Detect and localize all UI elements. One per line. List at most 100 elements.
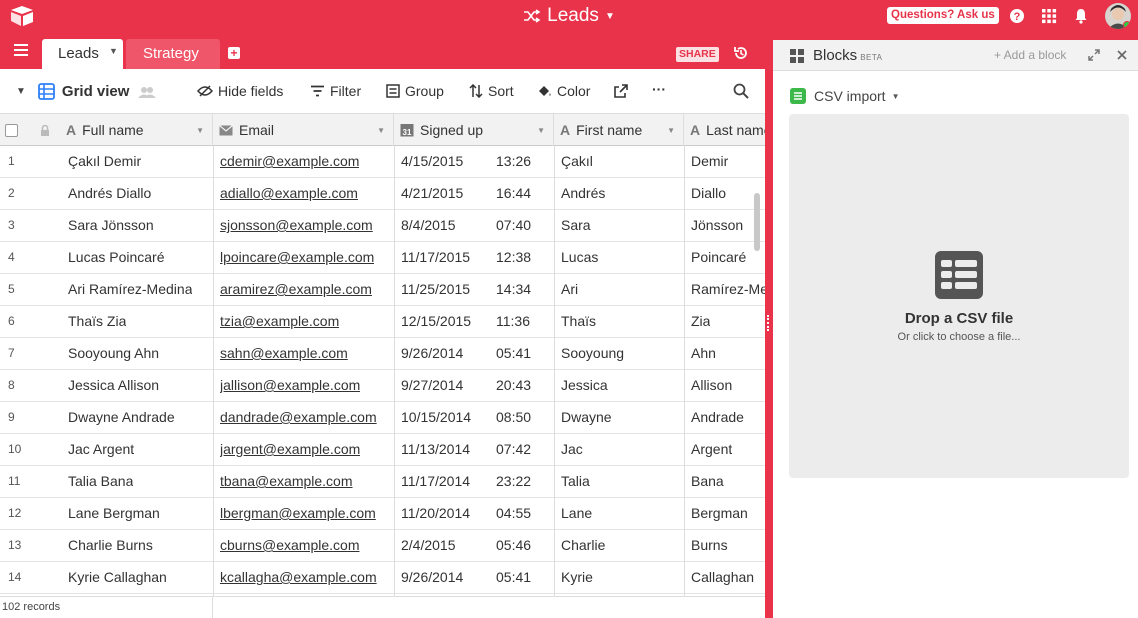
table-row[interactable]: 6 Thaïs Zia tzia@example.com 12/15/2015 11:3… xyxy=(0,306,765,338)
row-number: 5 xyxy=(8,282,15,296)
column-header-email[interactable]: Email ▼ xyxy=(213,114,394,146)
history-icon[interactable] xyxy=(733,45,749,61)
chevron-down-icon[interactable]: ▼ xyxy=(109,46,118,56)
help-icon[interactable]: ? xyxy=(1008,7,1026,25)
block-selector[interactable]: CSV import ▼ xyxy=(790,88,900,104)
table-row[interactable]: 11 Talia Bana tbana@example.com 11/17/2014 2… xyxy=(0,466,765,498)
view-switcher[interactable]: ▼ Grid view xyxy=(16,83,157,100)
share-view-icon[interactable] xyxy=(614,84,628,98)
email-cell[interactable]: lbergman@example.com xyxy=(220,498,376,529)
add-block-button[interactable]: + Add a block xyxy=(994,48,1066,62)
lock-icon xyxy=(34,114,60,146)
row-number: 10 xyxy=(8,442,22,456)
column-header-label: Full name xyxy=(82,122,144,138)
top-bar: Leads ▼ Questions? Ask us ? xyxy=(0,0,1138,32)
email-cell[interactable]: sahn@example.com xyxy=(220,338,348,369)
hamburger-menu-icon[interactable] xyxy=(14,44,28,56)
drop-subtitle[interactable]: Or click to choose a file... xyxy=(789,331,1129,343)
drag-grip-icon[interactable] xyxy=(767,315,770,331)
table-row[interactable]: 9 Dwayne Andrade dandrade@example.com 10/15… xyxy=(0,402,765,434)
view-toolbar: ▼ Grid view Hide fields Filter Group Sor… xyxy=(0,69,765,114)
email-cell[interactable]: aramirez@example.com xyxy=(220,274,372,305)
apps-grid-icon[interactable] xyxy=(1040,7,1058,25)
filter-icon xyxy=(311,85,324,97)
calendar-icon: 31 xyxy=(400,124,414,137)
add-table-icon[interactable]: + xyxy=(228,47,240,59)
table-row[interactable]: 12 Lane Bergman lbergman@example.com 11/20/… xyxy=(0,498,765,530)
grid-panel: ▼ Grid view Hide fields Filter Group Sor… xyxy=(0,69,794,618)
chevron-down-icon[interactable]: ▼ xyxy=(377,126,385,135)
email-cell[interactable]: tbana@example.com xyxy=(220,466,353,497)
tab-leads[interactable]: Leads ▼ xyxy=(42,39,123,69)
signed-up-time-cell: 13:26 xyxy=(496,153,532,169)
email-cell[interactable]: jallison@example.com xyxy=(220,370,360,401)
email-cell[interactable]: dandrade@example.com xyxy=(220,402,377,433)
signed-up-date-cell: 4/21/2015 xyxy=(401,185,464,201)
share-button[interactable]: SHARE xyxy=(676,47,719,62)
full-name-cell: Dwayne Andrade xyxy=(68,409,175,425)
signed-up-date-cell: 8/4/2015 xyxy=(401,217,456,233)
column-header-first-name[interactable]: A First name ▼ xyxy=(554,114,684,146)
avatar[interactable] xyxy=(1105,3,1131,29)
table-row[interactable]: 1 Çakıl Demir cdemir@example.com 4/15/2015 1… xyxy=(0,146,765,178)
table-row[interactable]: 3 Sara Jönsson sjonsson@example.com 8/4/201… xyxy=(0,210,765,242)
last-name-cell: Demir xyxy=(691,153,729,169)
more-options-button[interactable]: ··· xyxy=(652,81,666,97)
email-cell[interactable]: cdemir@example.com xyxy=(220,146,359,177)
table-row[interactable]: 7 Sooyoung Ahn sahn@example.com 9/26/2014 05… xyxy=(0,338,765,370)
hide-fields-button[interactable]: Hide fields xyxy=(197,83,283,99)
chevron-down-icon[interactable]: ▼ xyxy=(537,126,545,135)
email-cell[interactable]: jargent@example.com xyxy=(220,434,360,465)
table-row[interactable]: 13 Charlie Burns cburns@example.com 2/4/201… xyxy=(0,530,765,562)
group-label: Group xyxy=(405,83,444,99)
email-cell[interactable]: adiallo@example.com xyxy=(220,178,358,209)
table-row[interactable]: 14 Kyrie Callaghan kcallagha@example.com 9/… xyxy=(0,562,765,594)
email-cell[interactable]: sjonsson@example.com xyxy=(220,210,373,241)
tab-leads-label: Leads xyxy=(58,45,99,62)
vertical-scrollbar[interactable] xyxy=(754,193,760,251)
email-cell[interactable]: cburns@example.com xyxy=(220,530,360,561)
chevron-down-icon[interactable]: ▼ xyxy=(196,126,204,135)
last-name-cell: Diallo xyxy=(691,185,727,201)
questions-button[interactable]: Questions? Ask us xyxy=(887,7,999,24)
tab-strategy[interactable]: Strategy xyxy=(126,39,220,69)
table-row[interactable]: 4 Lucas Poincaré lpoincare@example.com 11/1… xyxy=(0,242,765,274)
table-row[interactable]: 10 Jac Argent jargent@example.com 11/13/201… xyxy=(0,434,765,466)
close-icon[interactable] xyxy=(1117,50,1127,60)
table-row[interactable]: 8 Jessica Allison jallison@example.com 9/27… xyxy=(0,370,765,402)
email-cell[interactable]: kcallagha@example.com xyxy=(220,562,377,593)
select-all-checkbox-cell[interactable] xyxy=(0,114,34,146)
group-button[interactable]: Group xyxy=(386,83,444,99)
search-icon[interactable] xyxy=(733,83,749,99)
table-row[interactable]: 5 Ari Ramírez-Medina aramirez@example.com 1… xyxy=(0,274,794,306)
column-header-full-name[interactable]: A Full name ▼ xyxy=(60,114,213,146)
email-cell[interactable]: tzia@example.com xyxy=(220,306,339,337)
filter-button[interactable]: Filter xyxy=(310,83,361,99)
table-row[interactable]: 2 Andrés Diallo adiallo@example.com 4/21/20… xyxy=(0,178,765,210)
column-header-last-name[interactable]: A Last name xyxy=(684,114,765,146)
panel-resize-handle[interactable] xyxy=(765,40,773,618)
signed-up-time-cell: 20:43 xyxy=(496,377,532,393)
expand-icon[interactable] xyxy=(1088,49,1100,61)
chevron-down-icon: ▼ xyxy=(891,91,900,101)
first-name-cell: Kyrie xyxy=(561,569,593,585)
signed-up-date-cell: 12/15/2015 xyxy=(401,313,472,329)
sort-button[interactable]: Sort xyxy=(469,83,514,99)
signed-up-time-cell: 12:38 xyxy=(496,249,532,265)
paint-bucket-icon xyxy=(539,86,551,96)
chevron-down-icon[interactable]: ▼ xyxy=(667,126,675,135)
csv-dropzone[interactable]: Drop a CSV file Or click to choose a fil… xyxy=(789,114,1129,478)
color-label: Color xyxy=(557,83,591,99)
bell-icon[interactable] xyxy=(1072,7,1090,25)
beta-badge: BETA xyxy=(860,53,883,62)
last-name-cell: Poincaré xyxy=(691,249,747,265)
select-all-checkbox[interactable] xyxy=(5,123,18,137)
signed-up-time-cell: 07:42 xyxy=(496,441,532,457)
color-button[interactable]: Color xyxy=(537,83,590,99)
column-header-label: First name xyxy=(576,122,643,138)
column-header-signed-up[interactable]: 31 Signed up ▼ xyxy=(394,114,554,146)
full-name-cell: Ari Ramírez-Medina xyxy=(68,281,193,297)
collaborators-icon xyxy=(138,86,157,98)
column-divider xyxy=(394,146,395,596)
email-cell[interactable]: lpoincare@example.com xyxy=(220,242,374,273)
